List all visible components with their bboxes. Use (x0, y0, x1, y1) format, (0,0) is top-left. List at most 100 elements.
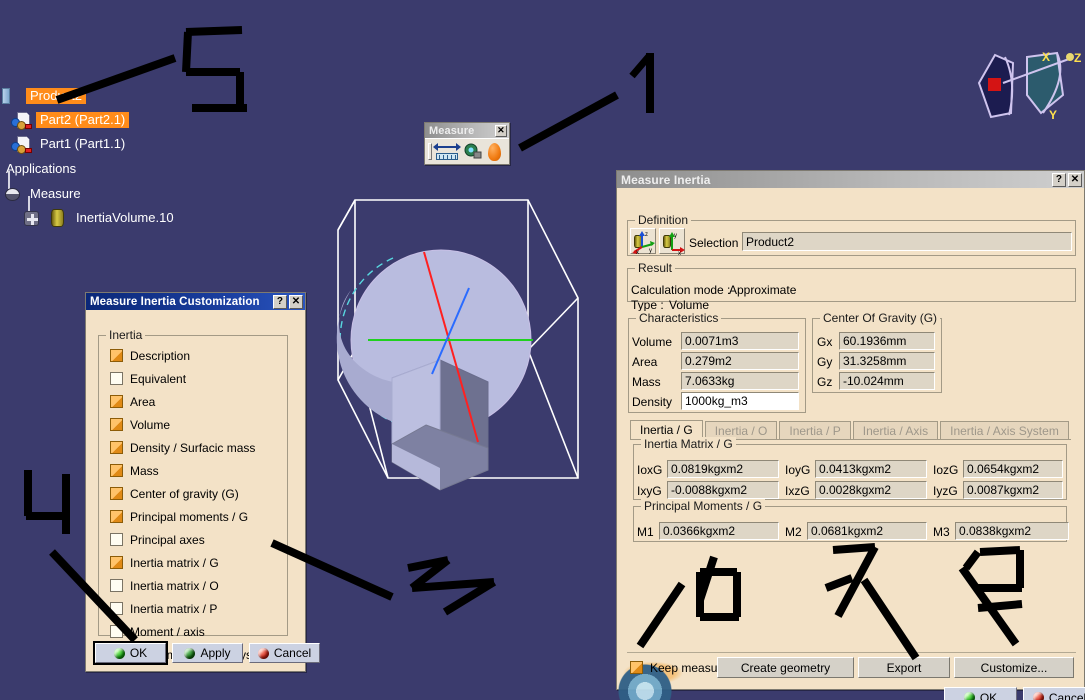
selection-field[interactable]: Product2 (742, 232, 1072, 251)
option-volume[interactable]: Volume (110, 413, 285, 436)
checkbox[interactable] (110, 372, 123, 385)
checkbox[interactable] (110, 349, 123, 362)
option-density-surfacic-mass[interactable]: Density / Surfacic mass (110, 436, 285, 459)
gz-field[interactable]: -10.024mm (839, 372, 935, 390)
option-moment-axis[interactable]: Moment / axis (110, 620, 285, 643)
m2-label: M2 (785, 525, 802, 539)
checkbox[interactable] (110, 602, 123, 615)
m1-field[interactable]: 0.0366kgxm2 (659, 522, 779, 540)
tree-item-part1[interactable]: Part1 (Part1.1) (0, 132, 230, 156)
measure-item-icon[interactable] (463, 143, 482, 160)
compass-y-label: Y (1049, 108, 1057, 122)
density-field[interactable]: 1000kg_m3 (681, 392, 799, 410)
customization-titlebar[interactable]: Measure Inertia Customization ? ✕ (86, 293, 305, 310)
keep-measure-checkbox-row[interactable]: Keep measure (630, 656, 728, 679)
option-principal-moments[interactable]: Principal moments / G (110, 505, 285, 528)
tree-item-part2[interactable]: Part2 (Part2.1) (0, 108, 230, 132)
main-axis-system-icon[interactable]: z y x (630, 228, 656, 255)
ok-button-label: OK (979, 690, 998, 700)
mass-field[interactable]: 7.0633kg (681, 372, 799, 390)
iyzg-field[interactable]: 0.0087kgxm2 (963, 481, 1063, 499)
iozg-field[interactable]: 0.0654kgxm2 (963, 460, 1063, 478)
selection-label: Selection : (689, 236, 746, 250)
option-area[interactable]: Area (110, 390, 285, 413)
tab-inertia-axis-system[interactable]: Inertia / Axis System (940, 421, 1069, 440)
checkbox[interactable] (110, 556, 123, 569)
close-icon[interactable]: ✕ (495, 124, 507, 137)
red-orb-icon (1032, 692, 1044, 700)
measure-inertia-icon[interactable] (488, 142, 501, 161)
ixyg-label: IxyG (637, 484, 662, 498)
specification-tree[interactable]: Product2 Part2 (Part2.1) Part1 (Part1.1)… (0, 84, 230, 230)
option-center-of-gravity[interactable]: Center of gravity (G) (110, 482, 285, 505)
navigation-compass[interactable]: X Y Z (965, 35, 1085, 135)
gy-field[interactable]: 31.3258mm (839, 352, 935, 370)
toolbar-grip-handle[interactable] (428, 143, 432, 160)
option-inertia-matrix-g[interactable]: Inertia matrix / G (110, 551, 285, 574)
svg-text:z: z (645, 232, 648, 238)
measure-inertia-titlebar[interactable]: Measure Inertia ? ✕ (617, 171, 1084, 188)
type-label: Type : (631, 298, 664, 312)
option-inertia-matrix-o[interactable]: Inertia matrix / O (110, 574, 285, 597)
product-icon (0, 85, 26, 107)
local-axis-system-icon[interactable]: y x (659, 228, 685, 255)
tree-item-inertiavolume[interactable]: InertiaVolume.10 (0, 196, 230, 230)
tree-item-applications[interactable]: Applications (0, 156, 230, 182)
cancel-button[interactable]: Cancel (1023, 687, 1085, 700)
keep-measure-checkbox[interactable] (630, 661, 643, 674)
option-description[interactable]: Description (110, 344, 285, 367)
ixyg-field[interactable]: -0.0088kgxm2 (667, 481, 779, 499)
ioyg-field[interactable]: 0.0413kgxm2 (815, 460, 927, 478)
dialog-title: Measure Inertia (621, 172, 711, 187)
close-icon[interactable]: ✕ (1068, 172, 1082, 187)
option-principal-axes[interactable]: Principal axes (110, 528, 285, 551)
checkbox[interactable] (110, 579, 123, 592)
customization-apply-button[interactable]: Apply (172, 643, 243, 663)
option-label: Inertia matrix / P (130, 601, 218, 616)
checkbox[interactable] (110, 625, 123, 638)
checkbox[interactable] (110, 510, 123, 523)
m3-field[interactable]: 0.0838kgxm2 (955, 522, 1069, 540)
option-mass[interactable]: Mass (110, 459, 285, 482)
customization-ok-button[interactable]: OK (93, 641, 168, 665)
tab-inertia-axis[interactable]: Inertia / Axis (852, 421, 939, 440)
option-inertia-matrix-p[interactable]: Inertia matrix / P (110, 597, 285, 620)
principal-moments-legend: Principal Moments / G (641, 499, 766, 513)
area-field[interactable]: 0.279m2 (681, 352, 799, 370)
checkbox[interactable] (110, 487, 123, 500)
tab-inertia-p[interactable]: Inertia / P (779, 421, 851, 440)
measure-toolbar[interactable]: Measure ✕ (424, 122, 510, 165)
tree-item-product2[interactable]: Product2 (0, 84, 230, 108)
gx-field[interactable]: 60.1936mm (839, 332, 935, 350)
close-icon[interactable]: ✕ (289, 294, 303, 309)
help-icon[interactable]: ? (1052, 172, 1066, 187)
green-orb-icon (963, 692, 975, 700)
measure-inertia-dialog[interactable]: Measure Inertia ? ✕ Definition z y x y x… (616, 170, 1085, 700)
compass-graphic: X Y Z (977, 50, 1081, 122)
expand-node-icon[interactable] (20, 207, 46, 229)
checkbox[interactable] (110, 418, 123, 431)
customization-cancel-button[interactable]: Cancel (249, 643, 320, 663)
checkbox[interactable] (110, 533, 123, 546)
help-icon[interactable]: ? (273, 294, 287, 309)
iozg-label: IozG (933, 463, 959, 477)
measure-between-icon[interactable] (433, 142, 461, 160)
checkbox[interactable] (110, 464, 123, 477)
checkbox[interactable] (110, 395, 123, 408)
create-geometry-button[interactable]: Create geometry (717, 657, 854, 678)
definition-legend: Definition (635, 213, 692, 227)
ixzg-field[interactable]: 0.0028kgxm2 (815, 481, 927, 499)
m2-field[interactable]: 0.0681kgxm2 (807, 522, 927, 540)
tree-item-measure[interactable]: Measure (0, 171, 230, 206)
inertia-options-list[interactable]: Description Equivalent Area Volume Densi… (110, 344, 285, 666)
volume-field[interactable]: 0.0071m3 (681, 332, 799, 350)
measure-inertia-customization-dialog[interactable]: Measure Inertia Customization ? ✕ Inerti… (85, 292, 320, 672)
ioxg-field[interactable]: 0.0819kgxm2 (667, 460, 779, 478)
ok-button[interactable]: OK (944, 687, 1017, 700)
checkbox[interactable] (110, 441, 123, 454)
svg-text:y: y (674, 233, 677, 239)
export-button[interactable]: Export (858, 657, 950, 678)
customize-button[interactable]: Customize... (954, 657, 1074, 678)
measure-toolbar-titlebar[interactable]: Measure ✕ (425, 123, 509, 138)
option-equivalent[interactable]: Equivalent (110, 367, 285, 390)
